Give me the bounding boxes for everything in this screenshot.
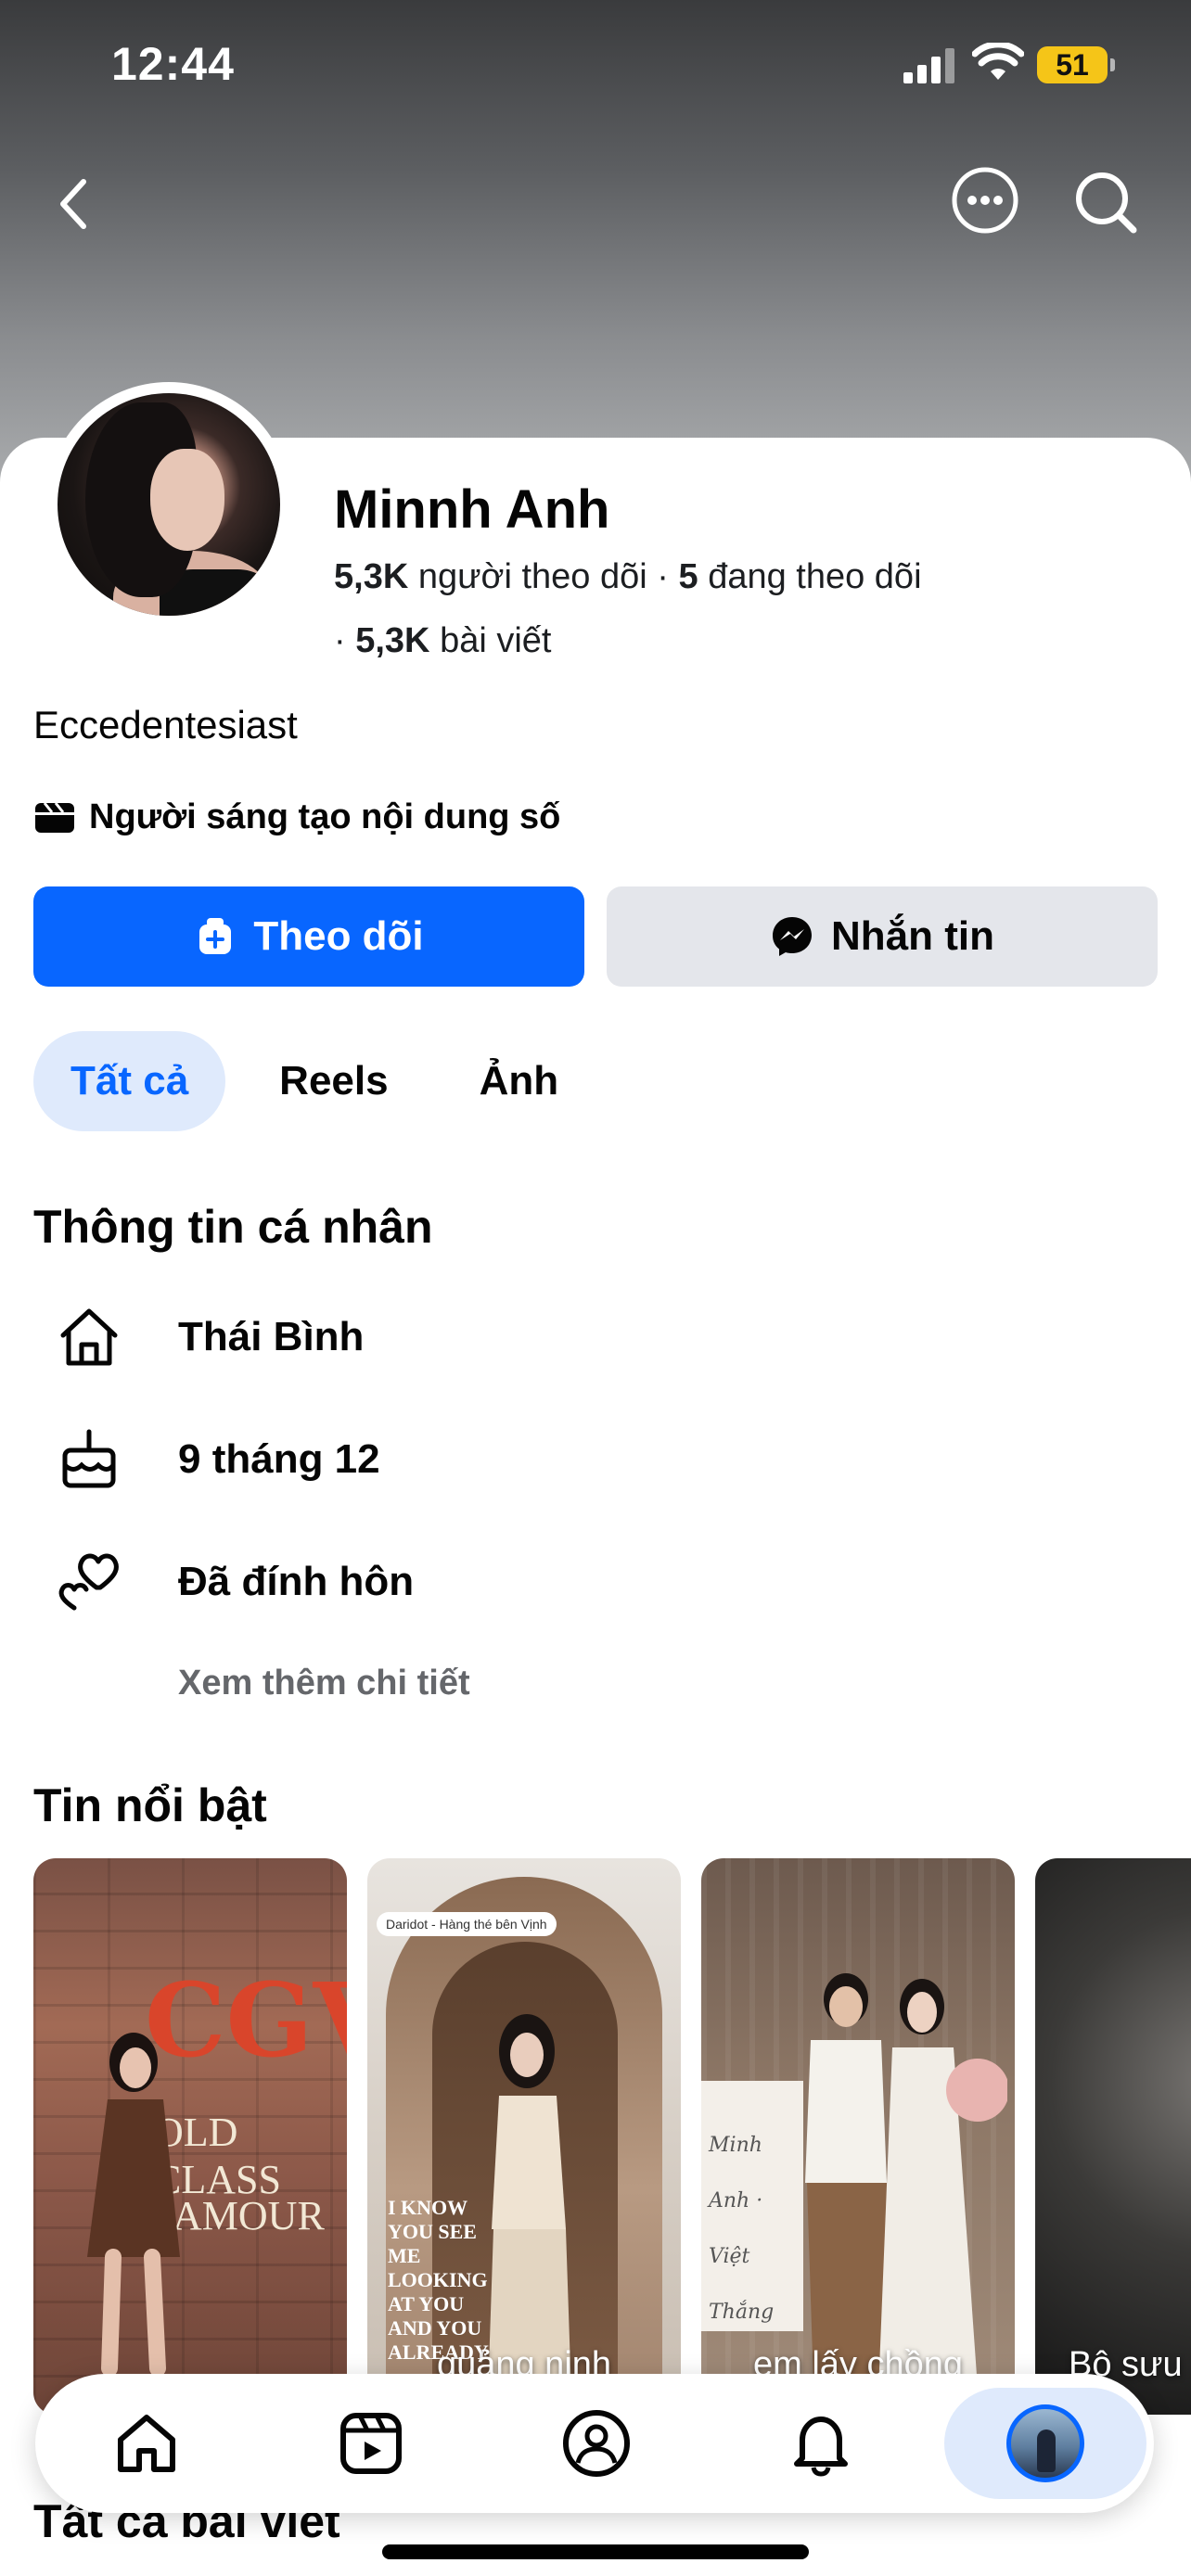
clapperboard-icon — [35, 802, 74, 833]
tab-profile[interactable] — [944, 2388, 1146, 2499]
tab-photos[interactable]: Ảnh — [442, 1031, 596, 1131]
home-indicator — [382, 2544, 809, 2559]
birthday-cake-icon — [52, 1422, 126, 1497]
posts-label: bài viết — [440, 621, 552, 660]
profile-bio: Eccedentesiast — [33, 703, 298, 746]
highlights-title: Tin nổi bật — [33, 1779, 267, 1831]
status-bar: 12:44 51 — [0, 0, 1191, 130]
follow-button[interactable]: Theo dõi — [33, 886, 584, 987]
info-row-birthday: 9 tháng 12 — [52, 1422, 1072, 1497]
following-count[interactable]: 5 — [678, 557, 698, 596]
profile-avatar[interactable] — [58, 393, 280, 616]
profile-tabs: Tất cả Reels Ảnh — [33, 1031, 596, 1131]
welcome-board: Minh Anh · Việt Thắng — [701, 2081, 803, 2331]
battery-tip — [1110, 58, 1115, 71]
tab-all[interactable]: Tất cả — [33, 1031, 226, 1131]
follow-icon — [199, 918, 232, 954]
highlight-sign-text: AMOUR — [173, 2193, 325, 2238]
search-icon[interactable] — [1069, 165, 1143, 239]
creator-category-label: Người sáng tạo nội dung số — [89, 797, 561, 836]
following-label[interactable]: đang theo dõi — [708, 557, 921, 596]
personal-info-title: Thông tin cá nhân — [33, 1201, 433, 1253]
highlight-item[interactable]: CGV OLD CLASS AMOUR — [33, 1858, 347, 2415]
stats-separator: · — [657, 557, 679, 596]
highlight-item[interactable]: Bộ sưu — [1035, 1858, 1191, 2415]
follow-button-label: Theo dõi — [253, 913, 424, 959]
info-row-hometown: Thái Bình — [52, 1300, 1072, 1374]
more-horizontal-circle-icon[interactable] — [950, 165, 1020, 236]
bottom-tab-bar — [35, 2374, 1154, 2513]
see-more-details-link[interactable]: Xem thêm chi tiết — [178, 1664, 470, 1703]
birthday-text: 9 tháng 12 — [178, 1436, 380, 1482]
hometown-text: Thái Bình — [178, 1314, 365, 1359]
message-button-label: Nhắn tin — [831, 913, 994, 959]
tab-reels[interactable]: Reels — [242, 1031, 425, 1131]
highlight-overlay-text: I KNOW YOU SEE ME LOOKING AT YOU AND YOU… — [388, 2196, 489, 2364]
chevron-left-icon[interactable] — [37, 167, 111, 241]
messenger-icon — [773, 917, 812, 956]
stats-separator: · — [334, 621, 356, 660]
creator-category: Người sáng tạo nội dung số — [33, 796, 560, 838]
home-icon[interactable] — [91, 2388, 202, 2499]
profile-avatar-icon — [1006, 2404, 1084, 2482]
profile-name: Minnh Anh — [334, 479, 610, 540]
friends-icon[interactable] — [541, 2388, 652, 2499]
welcome-board-text: Minh Anh · Việt Thắng — [709, 2134, 775, 2324]
cellular-signal-icon — [903, 48, 954, 83]
posts-stat: · 5,3K bài viết — [334, 621, 551, 661]
followers-count[interactable]: 5,3K — [334, 557, 408, 596]
relationship-text: Đã đính hôn — [178, 1559, 415, 1604]
highlight-photo-person — [87, 2033, 180, 2377]
battery-percent: 51 — [1056, 48, 1089, 82]
top-nav — [0, 158, 1191, 250]
highlights-row: CGV OLD CLASS AMOUR Daridot - Hàng thé b… — [33, 1858, 1191, 2415]
message-button[interactable]: Nhắn tin — [607, 886, 1158, 987]
status-time: 12:44 — [111, 38, 235, 90]
profile-stats: 5,3K người theo dõi · 5 đang theo dõi — [334, 553, 1150, 601]
hearts-icon — [52, 1545, 126, 1619]
wifi-icon — [972, 43, 1024, 80]
location-pin: Daridot - Hàng thé bên Vịnh — [377, 1912, 557, 1936]
battery-icon: 51 — [1037, 46, 1115, 83]
highlight-item[interactable]: Daridot - Hàng thé bên Vịnh I KNOW YOU S… — [367, 1858, 681, 2415]
info-row-relationship: Đã đính hôn — [52, 1545, 1072, 1619]
bell-icon[interactable] — [765, 2388, 877, 2499]
highlight-item[interactable]: Minh Anh · Việt Thắng em lấy chồng — [701, 1858, 1015, 2415]
followers-label[interactable]: người theo dõi — [418, 557, 647, 596]
posts-count: 5,3K — [355, 621, 430, 660]
home-icon — [52, 1300, 126, 1374]
reels-icon[interactable] — [315, 2388, 427, 2499]
